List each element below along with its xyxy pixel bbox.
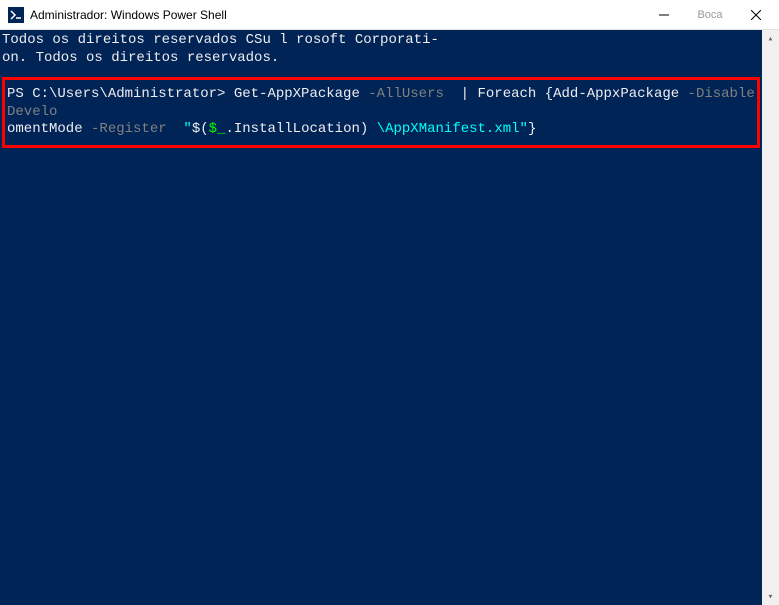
scroll-track[interactable] — [762, 47, 779, 588]
brace-close: } — [528, 121, 536, 137]
manifest-path: \AppXManifest.xml — [377, 121, 520, 137]
window-controls: Boca — [641, 0, 779, 30]
minimize-button[interactable] — [641, 0, 687, 30]
powershell-window: Administrador: Windows Power Shell Boca … — [0, 0, 779, 605]
close-button[interactable] — [733, 0, 779, 30]
header-line-1: Todos os direitos reservados CSu l rosof… — [0, 32, 762, 50]
titlebar-left: Administrador: Windows Power Shell — [0, 7, 227, 23]
prompt: PS C:\Users\Administrator> — [7, 86, 234, 102]
param-register: -Register — [91, 121, 175, 137]
cmdlet-foreach: Foreach — [478, 86, 545, 102]
subexpr-open: $( — [192, 121, 209, 137]
brace-open: { — [545, 86, 553, 102]
powershell-icon — [8, 7, 24, 23]
cmdlet-get: Get-AppXPackage — [234, 86, 368, 102]
pipe-char: | — [452, 86, 477, 102]
command-highlight-box: PS C:\Users\Administrator> Get-AppXPacka… — [2, 77, 760, 148]
scrollbar[interactable]: ▴ ▾ — [762, 30, 779, 605]
header-line-2: on. Todos os direitos reservados. — [0, 50, 762, 68]
quote-close: " — [520, 121, 528, 137]
param-allusers: -AllUsers — [368, 86, 452, 102]
quote-open: " — [175, 121, 192, 137]
titlebar[interactable]: Administrador: Windows Power Shell Boca — [0, 0, 779, 30]
pipeline-var: $_ — [209, 121, 226, 137]
scroll-up-button[interactable]: ▴ — [762, 30, 779, 47]
scroll-down-button[interactable]: ▾ — [762, 588, 779, 605]
window-title: Administrador: Windows Power Shell — [30, 8, 227, 22]
install-location: .InstallLocation) — [225, 121, 376, 137]
maximize-button[interactable]: Boca — [687, 0, 733, 30]
line2-start: omentMode — [7, 121, 91, 137]
terminal-area: Todos os direitos reservados CSu l rosof… — [0, 30, 779, 605]
terminal[interactable]: Todos os direitos reservados CSu l rosof… — [0, 30, 762, 605]
cmdlet-add: Add-AppxPackage — [553, 86, 687, 102]
